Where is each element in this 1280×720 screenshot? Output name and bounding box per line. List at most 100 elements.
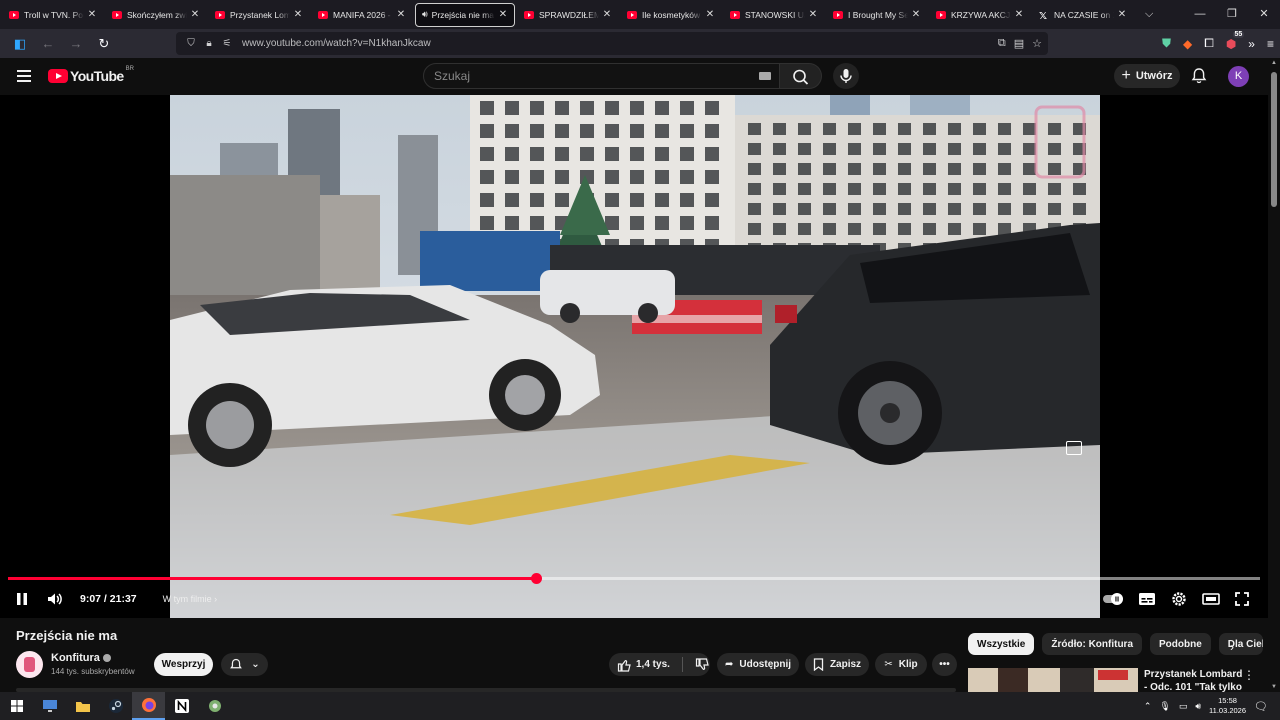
filter-chip[interactable]: Wszystkie <box>968 633 1035 655</box>
search-button[interactable] <box>780 63 822 89</box>
scrubber-handle[interactable] <box>530 573 542 584</box>
browser-tab[interactable]: 𝕏 NA CZASIE on X: "✕ <box>1033 3 1133 27</box>
microphone-tray-icon[interactable]: 🎙︎ <box>1159 701 1170 712</box>
fullscreen-icon[interactable] <box>1234 591 1250 607</box>
sidebar-toggle-icon[interactable]: ◧ <box>8 36 32 52</box>
tab-close-icon[interactable]: ✕ <box>1014 9 1024 20</box>
vpn-shield-icon[interactable]: ⛊ <box>1162 36 1171 51</box>
back-icon[interactable]: ← <box>36 36 60 51</box>
network-icon[interactable]: ▭ <box>1179 701 1188 712</box>
browser-tab[interactable]: Troll w TVN. Poczwarek✕ <box>3 3 103 27</box>
scrollbar-thumb[interactable] <box>1271 72 1277 207</box>
search-input[interactable]: Szukaj <box>423 63 780 89</box>
guide-menu-icon[interactable] <box>17 70 31 82</box>
tab-close-icon[interactable]: ✕ <box>808 9 818 20</box>
chips-next-arrow-icon[interactable]: › <box>1230 640 1234 654</box>
extensions-puzzle-icon[interactable]: ⧠ <box>1204 36 1214 51</box>
notification-settings-button[interactable]: ⌄ <box>221 653 268 676</box>
tab-close-icon[interactable]: ✕ <box>911 9 921 20</box>
tracking-shield-icon[interactable]: ⛉ <box>182 38 200 49</box>
taskbar-app-other[interactable] <box>198 692 231 720</box>
keyboard-icon[interactable] <box>759 72 771 80</box>
autoplay-toggle-icon[interactable] <box>1102 592 1124 606</box>
browser-tab-active[interactable]: 🔊︎ Przejścia nie ma ✕ <box>415 2 515 27</box>
seek-bar[interactable] <box>8 573 1260 584</box>
browser-tab[interactable]: STANOWSKI UJAW✕ <box>724 3 824 27</box>
tab-close-icon[interactable]: ✕ <box>396 9 406 20</box>
thumbs-down-icon[interactable] <box>695 657 709 672</box>
miniplayer-overlay-icon[interactable] <box>1066 441 1082 455</box>
scroll-down-arrow-icon[interactable]: ▼ <box>1271 684 1277 690</box>
scroll-up-arrow-icon[interactable]: ▲ <box>1271 60 1277 66</box>
start-button[interactable] <box>0 692 33 720</box>
notifications-center-icon[interactable]: 🗨︎ <box>1254 700 1268 713</box>
theater-mode-icon[interactable] <box>1202 592 1220 606</box>
notifications-bell-icon[interactable] <box>1190 67 1208 85</box>
account-avatar[interactable]: K <box>1228 66 1249 87</box>
taskbar-app-explorer[interactable] <box>66 692 99 720</box>
extension-fox-icon[interactable]: ◆ <box>1183 37 1192 51</box>
video-player[interactable]: 9:07 / 21:37 W tym filmie › <box>0 95 1268 618</box>
restore-icon[interactable]: ❐ <box>1216 0 1248 29</box>
close-window-icon[interactable]: ✕ <box>1248 0 1280 29</box>
share-button[interactable]: ➦ Udostępnij <box>717 653 799 676</box>
clip-button[interactable]: ✂ Klip <box>875 653 927 676</box>
youtube-logo[interactable]: YouTube BR <box>48 66 134 84</box>
filter-chip[interactable]: Źródło: Konfitura <box>1042 633 1143 655</box>
forward-icon[interactable]: → <box>64 36 88 51</box>
subtitles-icon[interactable] <box>1138 592 1156 606</box>
reload-icon[interactable]: ↻ <box>92 36 116 52</box>
minimize-icon[interactable]: — <box>1184 0 1216 29</box>
tab-close-icon[interactable]: ✕ <box>190 9 200 20</box>
more-actions-button[interactable]: ••• <box>932 653 957 676</box>
tab-close-icon[interactable]: ✕ <box>498 9 508 20</box>
tab-close-icon[interactable]: ✕ <box>602 9 612 20</box>
picture-in-picture-icon[interactable]: ⧉ <box>998 37 1006 50</box>
speaker-tray-icon[interactable]: 🔊︎ <box>1195 701 1201 712</box>
tray-expand-icon[interactable]: ⌃ <box>1144 701 1152 712</box>
browser-tab[interactable]: I Brought My Secre✕ <box>827 3 927 27</box>
tab-close-icon[interactable]: ✕ <box>293 9 303 20</box>
ublock-icon[interactable]: ⬢ 55 <box>1226 30 1245 51</box>
tab-close-icon[interactable]: ✕ <box>87 9 97 20</box>
chapter-button[interactable]: W tym filmie › <box>163 594 218 604</box>
filter-chip[interactable]: Dla Ciebie <box>1218 633 1263 655</box>
taskbar-app-firefox[interactable] <box>132 692 165 720</box>
pause-icon[interactable] <box>14 591 30 607</box>
tab-audio-playing-icon[interactable]: 🔊︎ <box>422 9 428 20</box>
reader-view-icon[interactable]: ▤ <box>1014 37 1024 50</box>
create-button[interactable]: + Utwórz <box>1114 64 1180 88</box>
url-text[interactable]: www.youtube.com/watch?v=N1khanJkcaw <box>242 38 431 49</box>
recommendation-menu-icon[interactable]: ⋮ <box>1243 668 1255 682</box>
clock[interactable]: 15:58 11.03.2026 <box>1209 696 1246 716</box>
browser-tab[interactable]: MANIFA 2026 - Ko✕ <box>312 3 412 27</box>
app-menu-icon[interactable]: ≡ <box>1267 37 1274 51</box>
tab-list-dropdown-icon[interactable]: ⌵ <box>1145 8 1153 21</box>
browser-tab[interactable]: Skończyłem związek✕ <box>106 3 206 27</box>
tab-close-icon[interactable]: ✕ <box>705 9 715 20</box>
volume-icon[interactable] <box>46 591 66 607</box>
like-button[interactable]: 1,4 tys. <box>617 658 670 672</box>
permissions-icon[interactable]: ⚟ <box>218 38 236 49</box>
browser-tab[interactable]: SPRAWDZIŁEM CZ✕ <box>518 3 618 27</box>
taskbar-app-monitor[interactable] <box>33 692 66 720</box>
overflow-chevron-icon[interactable]: » <box>1248 37 1255 51</box>
bookmark-star-icon[interactable]: ☆ <box>1032 37 1042 50</box>
browser-tab[interactable]: Ile kosmetyków wy✕ <box>621 3 721 27</box>
recommendation-thumbnail[interactable] <box>968 668 1138 692</box>
browser-tab[interactable]: Przystanek Lombard✕ <box>209 3 309 27</box>
taskbar-app-notion[interactable] <box>165 692 198 720</box>
join-button[interactable]: Wesprzyj <box>154 653 213 676</box>
tab-close-icon[interactable]: ✕ <box>1117 9 1127 20</box>
url-bar[interactable]: ⛉ 🔒︎ ⚟ www.youtube.com/watch?v=N1khanJkc… <box>176 32 1048 55</box>
voice-search-button[interactable] <box>833 63 859 89</box>
lock-icon[interactable]: 🔒︎ <box>200 38 218 49</box>
page-scrollbar[interactable]: ▲ ▼ <box>1268 58 1280 692</box>
filter-chip[interactable]: Podobne <box>1150 633 1211 655</box>
video-frame[interactable] <box>170 95 1100 618</box>
channel-avatar[interactable] <box>16 651 43 678</box>
browser-tab[interactable]: KRZYWA AKCJA #✕ <box>930 3 1030 27</box>
save-button[interactable]: Zapisz <box>805 653 869 676</box>
channel-name-link[interactable]: Konfitura <box>51 652 111 664</box>
settings-gear-icon[interactable] <box>1170 590 1188 608</box>
